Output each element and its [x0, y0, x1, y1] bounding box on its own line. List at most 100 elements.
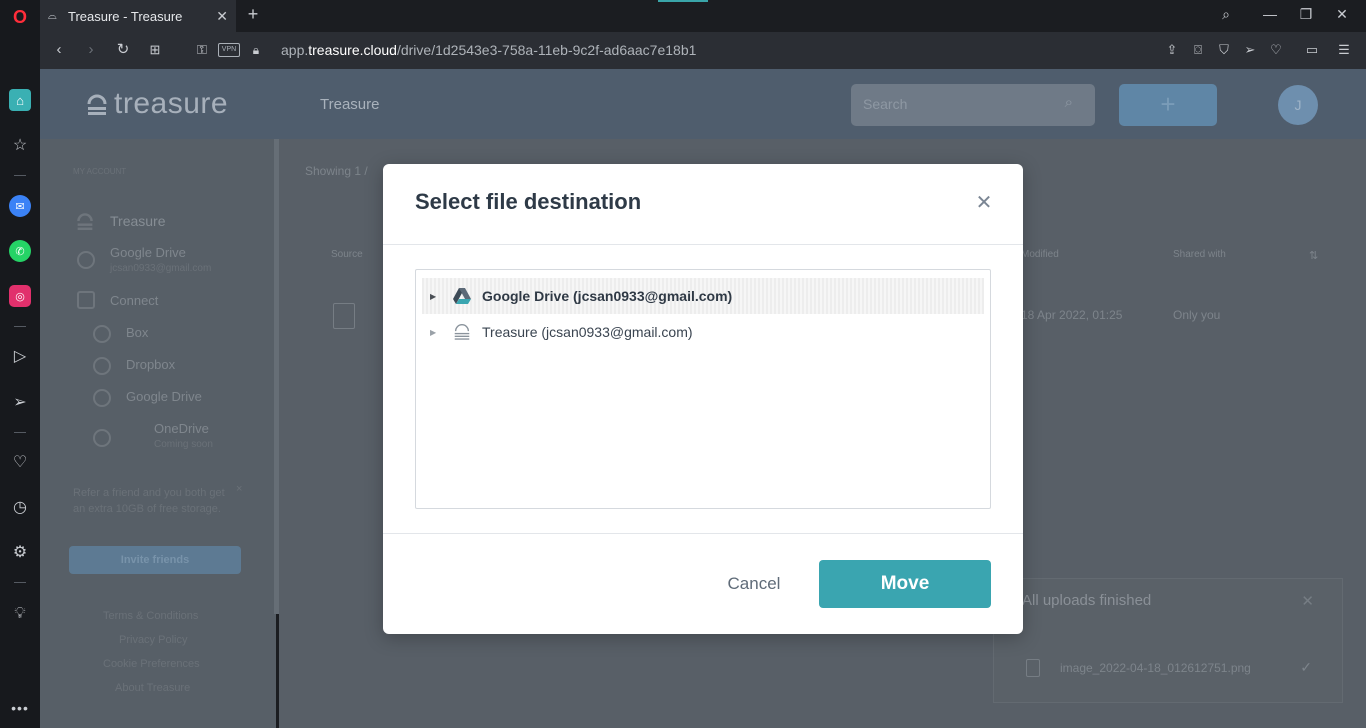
connect-item-dropbox[interactable]: Dropbox [126, 357, 175, 372]
restore-icon[interactable]: ❐ [1294, 6, 1318, 26]
footer-about-link[interactable]: About Treasure [115, 682, 190, 694]
lightbulb-icon[interactable]: 💡︎ [9, 603, 31, 625]
tabs-grid-icon[interactable]: ⊞ [145, 40, 165, 60]
browser-tab[interactable]: ⌓ Treasure - Treasure ✕ [40, 0, 236, 32]
google-drive-icon [453, 288, 471, 304]
search-placeholder: Search [863, 96, 908, 112]
modal-title: Select file destination [415, 189, 642, 214]
speed-dial-icon[interactable]: ☆ [9, 134, 31, 156]
modal-divider [383, 244, 1023, 245]
referral-close-icon[interactable]: × [236, 483, 242, 495]
column-shared: Shared with [1173, 249, 1226, 260]
opera-logo-icon[interactable]: O [9, 6, 31, 28]
onedrive-icon [93, 429, 111, 447]
window-close-icon[interactable]: ✕ [1330, 6, 1354, 26]
accent-line [658, 0, 708, 2]
flow-send-icon[interactable]: ➢ [1240, 40, 1260, 60]
treasure-logo[interactable]: treasure [86, 87, 228, 121]
send-icon[interactable]: ➢ [9, 391, 31, 413]
row-shared: Only you [1173, 308, 1221, 322]
header-title: Treasure [320, 96, 380, 113]
search-input[interactable]: Search ⌕ [851, 84, 1095, 126]
expand-arrow-icon[interactable]: ▶ [430, 328, 444, 337]
footer-terms-link[interactable]: Terms & Conditions [103, 610, 198, 622]
tree-item-treasure[interactable]: ▶ Treasure (jcsan0933@gmail.com) [422, 314, 984, 350]
tree-item-label: Google Drive (jcsan0933@gmail.com) [482, 288, 733, 304]
invite-friends-button[interactable]: Invite friends [69, 546, 241, 574]
browser-search-icon[interactable]: ⌕ [1214, 6, 1238, 26]
connect-item-box[interactable]: Box [126, 325, 148, 340]
file-thumbnail-icon [333, 303, 355, 329]
sidebar-divider [14, 326, 26, 327]
shield-icon[interactable]: ⛉ [1214, 40, 1234, 60]
history-icon[interactable]: ◷ [9, 496, 31, 518]
new-tab-button[interactable]: + [244, 4, 262, 26]
modal-divider [383, 533, 1023, 534]
google-drive-nav-icon [77, 251, 95, 269]
settings-gear-icon[interactable]: ⚙ [9, 541, 31, 563]
nav-item-google-drive[interactable]: Google Drive [110, 245, 186, 260]
home-icon[interactable]: ⌂ [9, 89, 31, 111]
tab-close-icon[interactable]: ✕ [216, 8, 228, 25]
treasure-icon [454, 324, 470, 340]
left-panel: MY ACCOUNT Treasure Google Drive jcsan09… [40, 139, 276, 728]
move-button[interactable]: Move [819, 560, 991, 608]
close-icon[interactable]: ✕ [973, 192, 995, 214]
check-icon: ✓ [1300, 659, 1312, 675]
reload-icon[interactable]: ↻ [113, 40, 133, 60]
key-icon[interactable]: ⚿ [192, 40, 212, 60]
expand-arrow-icon[interactable]: ▶ [430, 292, 444, 301]
more-icon[interactable]: ••• [9, 697, 31, 719]
footer-cookie-link[interactable]: Cookie Preferences [103, 658, 200, 670]
tree-item-google-drive[interactable]: ▶ Google Drive (jcsan0933@gmail.com) [422, 278, 984, 314]
tab-bar [40, 0, 1366, 32]
column-settings-icon[interactable]: ⇅ [1309, 249, 1318, 262]
url-prefix: app. [281, 42, 309, 58]
uploads-close-icon[interactable]: ✕ [1301, 592, 1314, 610]
column-source: Source [331, 249, 363, 260]
avatar[interactable]: J [1278, 85, 1318, 125]
connect-item-onedrive[interactable]: OneDrive [154, 421, 209, 436]
google-drive-icon [93, 389, 111, 407]
cancel-button[interactable]: Cancel [711, 572, 797, 596]
tab-title: Treasure - Treasure [68, 8, 183, 24]
select-destination-modal: Select file destination ✕ ▶ Google Drive… [383, 164, 1023, 634]
uploads-panel: All uploads finished ✕ image_2022-04-18_… [993, 578, 1343, 703]
footer-privacy-link[interactable]: Privacy Policy [119, 634, 187, 646]
tree-item-label: Treasure (jcsan0933@gmail.com) [482, 324, 693, 340]
vpn-badge[interactable]: VPN [218, 43, 240, 57]
url-domain: treasure.cloud [308, 42, 397, 58]
row-modified: 18 Apr 2022, 01:25 [1021, 308, 1123, 322]
uploaded-file-name: image_2022-04-18_012612751.png [1060, 661, 1251, 675]
dropbox-icon [93, 357, 111, 375]
referral-text: Refer a friend and you both get an extra… [73, 487, 225, 515]
sidebar-divider [14, 432, 26, 433]
uploads-title: All uploads finished [1022, 592, 1152, 609]
treasure-nav-icon [77, 213, 93, 230]
player-icon[interactable]: ▷ [9, 345, 31, 367]
lock-icon[interactable]: 🔒︎ [246, 40, 266, 60]
url-field[interactable]: app.treasure.cloud/drive/1d2543e3-758a-1… [281, 42, 696, 58]
sidebar-divider [14, 175, 26, 176]
minimize-icon[interactable]: — [1258, 6, 1282, 26]
connect-item-google-drive[interactable]: Google Drive [126, 389, 202, 404]
instagram-icon[interactable]: ◎ [9, 285, 31, 307]
nav-item-treasure[interactable]: Treasure [110, 213, 166, 229]
add-button[interactable]: + [1119, 84, 1217, 126]
browser-sidebar: O ⌂ ☆ ✉ ✆ ◎ ▷ ➢ ♡ ◷ ⚙ 💡︎ ••• [0, 0, 40, 728]
whatsapp-icon[interactable]: ✆ [9, 240, 31, 262]
destination-tree: ▶ Google Drive (jcsan0933@gmail.com) ▶ T… [415, 269, 991, 509]
heart-icon[interactable]: ♡ [9, 451, 31, 473]
easy-setup-icon[interactable]: ☰ [1334, 40, 1354, 60]
messenger-icon[interactable]: ✉ [9, 195, 31, 217]
camera-icon[interactable]: ⌼ [1188, 40, 1208, 60]
battery-icon[interactable]: ▭ [1302, 40, 1322, 60]
nav-item-connect[interactable]: Connect [110, 293, 158, 308]
forward-icon[interactable]: › [81, 40, 101, 60]
box-icon [93, 325, 111, 343]
bookmark-heart-icon[interactable]: ♡ [1266, 40, 1286, 60]
back-icon[interactable]: ‹ [49, 40, 69, 60]
share-icon[interactable]: ⇪ [1162, 40, 1182, 60]
treasure-favicon-icon: ⌓ [48, 9, 57, 22]
nav-item-google-drive-email: jcsan0933@gmail.com [110, 263, 212, 274]
